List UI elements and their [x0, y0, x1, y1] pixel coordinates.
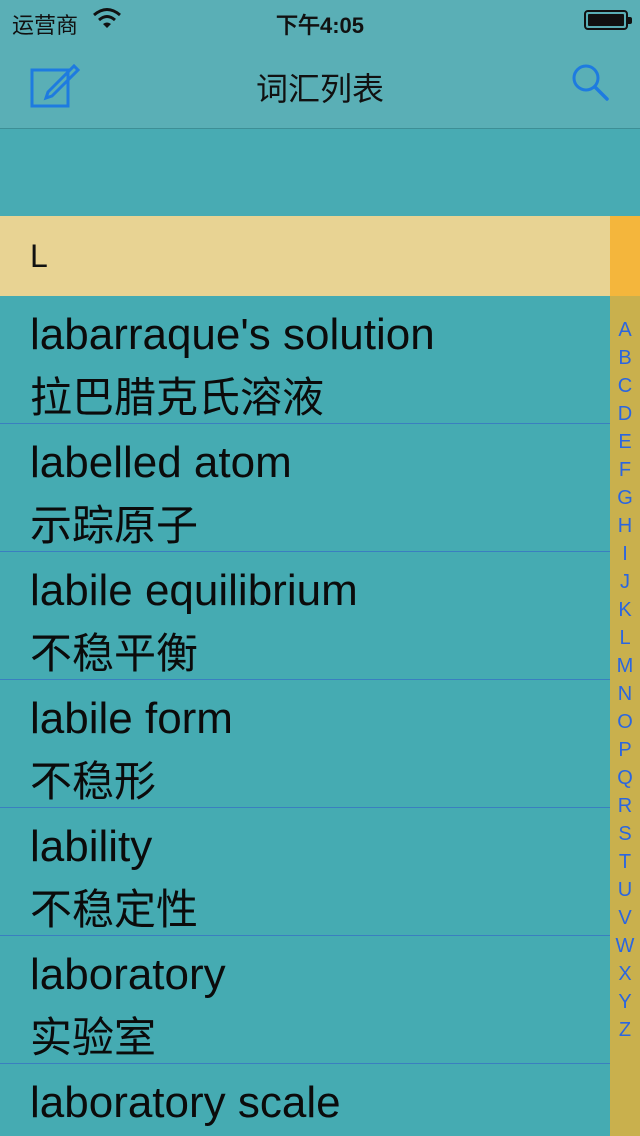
- index-letter[interactable]: B: [610, 344, 640, 372]
- entry-term: lability: [30, 822, 153, 871]
- list-item[interactable]: lability 不稳定性: [0, 808, 610, 936]
- index-letter[interactable]: S: [610, 820, 640, 848]
- page-title: 词汇列表: [255, 71, 384, 107]
- index-letter[interactable]: A: [610, 316, 640, 344]
- index-letter[interactable]: J: [610, 568, 640, 596]
- index-letter[interactable]: T: [610, 848, 640, 876]
- entry-translation: 不稳定性: [30, 886, 199, 933]
- index-letter[interactable]: W: [610, 932, 640, 960]
- status-bar: 运营商 下午4:05: [0, 0, 640, 40]
- index-letter[interactable]: V: [610, 904, 640, 932]
- index-header-marker: [610, 216, 640, 296]
- search-area[interactable]: [0, 129, 640, 216]
- index-letter[interactable]: L: [610, 624, 640, 652]
- index-letter[interactable]: I: [610, 540, 640, 568]
- index-letter[interactable]: D: [610, 400, 640, 428]
- index-letter[interactable]: R: [610, 792, 640, 820]
- entry-translation: 不稳平衡: [30, 630, 199, 677]
- list-item[interactable]: labelled atom 示踪原子: [0, 424, 610, 552]
- index-letter[interactable]: Q: [610, 764, 640, 792]
- entry-term: laboratory: [30, 950, 226, 999]
- list-item[interactable]: labile form 不稳形: [0, 680, 610, 808]
- vocabulary-list: L labarraque's solution 拉巴腊克氏溶液 labelled…: [0, 216, 610, 1136]
- entry-translation: 实验室: [30, 1014, 157, 1061]
- index-letter[interactable]: C: [610, 372, 640, 400]
- index-letter[interactable]: K: [610, 596, 640, 624]
- entry-translation: 拉巴腊克氏溶液: [30, 374, 325, 421]
- entry-term: labarraque's solution: [30, 310, 435, 359]
- index-letter[interactable]: X: [610, 960, 640, 988]
- section-index-bar[interactable]: A B C D E F G H I J K L M N O P Q R S T …: [610, 216, 640, 1136]
- list-item[interactable]: labile equilibrium 不稳平衡: [0, 552, 610, 680]
- entry-translation: 不稳形: [30, 758, 157, 805]
- list-item[interactable]: labarraque's solution 拉巴腊克氏溶液: [0, 296, 610, 424]
- index-letter[interactable]: H: [610, 512, 640, 540]
- index-letter[interactable]: N: [610, 680, 640, 708]
- navigation-bar: 词汇列表: [0, 40, 640, 129]
- list-item[interactable]: laboratory 实验室: [0, 936, 610, 1064]
- index-letter[interactable]: Z: [610, 1016, 640, 1044]
- index-letter[interactable]: O: [610, 708, 640, 736]
- index-letter[interactable]: G: [610, 484, 640, 512]
- entry-term: labile equilibrium: [30, 566, 358, 615]
- entry-translation: 示踪原子: [30, 502, 199, 549]
- index-letter[interactable]: U: [610, 876, 640, 904]
- section-letter: L: [30, 238, 48, 274]
- index-letter[interactable]: E: [610, 428, 640, 456]
- entry-term: labelled atom: [30, 438, 292, 487]
- section-header: L: [0, 216, 610, 296]
- list-item[interactable]: laboratory scale: [0, 1064, 610, 1136]
- battery-icon: [584, 10, 632, 30]
- index-letter[interactable]: M: [610, 652, 640, 680]
- index-letter[interactable]: P: [610, 736, 640, 764]
- index-letter[interactable]: Y: [610, 988, 640, 1016]
- entry-term: labile form: [30, 694, 233, 743]
- index-letter[interactable]: F: [610, 456, 640, 484]
- status-time: 下午4:05: [275, 13, 365, 38]
- search-icon[interactable]: [570, 62, 610, 102]
- entry-term: laboratory scale: [30, 1078, 341, 1127]
